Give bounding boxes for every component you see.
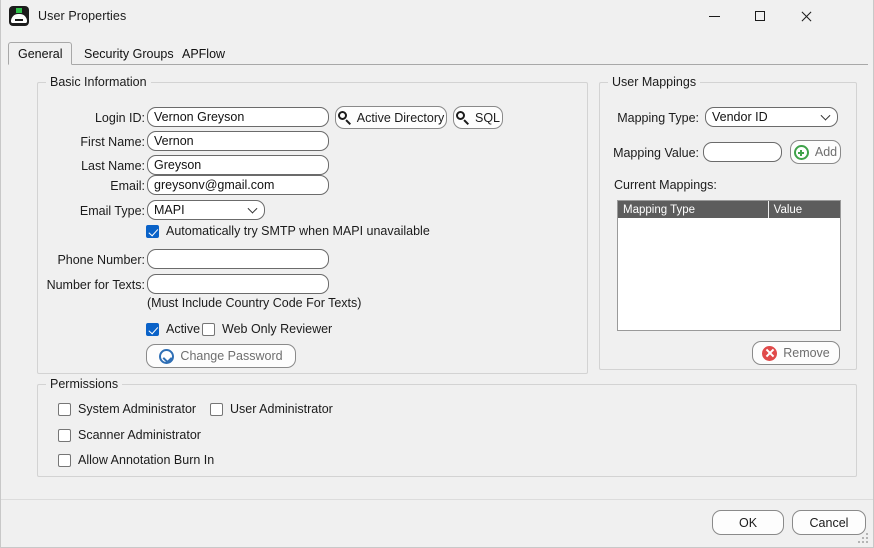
- checkbox-box: [58, 453, 71, 467]
- email-type-select[interactable]: MAPI: [147, 200, 265, 220]
- active-label: Active: [166, 322, 201, 336]
- active-checkbox[interactable]: Active: [146, 322, 200, 336]
- email-type-label: Email Type:: [79, 204, 145, 218]
- list-body: [618, 218, 840, 330]
- user-properties-dialog: User Properties General Security Groups …: [0, 0, 874, 548]
- cancel-button[interactable]: Cancel: [792, 510, 866, 535]
- email-type-value: MAPI: [154, 203, 185, 217]
- basic-information-legend: Basic Information: [46, 75, 151, 89]
- current-mappings-list[interactable]: Mapping Type Value: [617, 200, 841, 331]
- email-label: Email:: [110, 179, 145, 193]
- minimize-icon[interactable]: [691, 0, 737, 32]
- last-name-input[interactable]: Greyson: [147, 155, 329, 175]
- ok-button[interactable]: OK: [712, 510, 784, 535]
- remove-circle-icon: [762, 345, 778, 361]
- number-for-texts-label: Number for Texts:: [46, 278, 145, 292]
- active-directory-label: Active Directory: [356, 110, 445, 125]
- search-icon: [337, 111, 351, 126]
- permission-system-administrator[interactable]: System Administrator: [58, 402, 196, 416]
- chevron-down-icon: [247, 203, 258, 214]
- login-id-label: Login ID:: [94, 111, 145, 125]
- change-password-label: Change Password: [180, 349, 283, 363]
- checkbox-box: [58, 428, 71, 442]
- login-id-input[interactable]: Vernon Greyson: [147, 107, 329, 127]
- tab-general[interactable]: General: [8, 42, 73, 65]
- tab-apflow[interactable]: APFlow: [172, 42, 235, 65]
- resize-grip[interactable]: [858, 533, 869, 544]
- change-password-button[interactable]: Change Password: [146, 344, 296, 368]
- list-header: Mapping Type Value: [618, 201, 840, 218]
- add-mapping-button[interactable]: Add: [790, 140, 841, 164]
- checkbox-box: [58, 402, 71, 416]
- add-label: Add: [814, 145, 838, 159]
- mapping-type-label: Mapping Type:: [617, 111, 699, 125]
- email-input[interactable]: greysonv@gmail.com: [147, 175, 329, 195]
- permission-scanner-administrator[interactable]: Scanner Administrator: [58, 428, 201, 442]
- tab-security-groups[interactable]: Security Groups: [74, 42, 184, 65]
- permission-label: Allow Annotation Burn In: [78, 453, 215, 467]
- search-icon: [455, 111, 470, 126]
- remove-mapping-button[interactable]: Remove: [752, 341, 840, 365]
- active-directory-button[interactable]: Active Directory: [335, 106, 447, 129]
- chevron-down-icon: [820, 110, 831, 121]
- plus-circle-icon: [793, 144, 809, 160]
- current-mappings-label: Current Mappings:: [614, 178, 717, 192]
- phone-number-label: Phone Number:: [57, 253, 145, 267]
- sql-label: SQL: [474, 110, 500, 125]
- scanner-app-icon: [9, 5, 29, 26]
- mapping-value-label: Mapping Value:: [613, 146, 699, 160]
- number-for-texts-input[interactable]: [147, 274, 329, 294]
- user-mappings-legend: User Mappings: [608, 75, 701, 89]
- window-title: User Properties: [38, 8, 127, 23]
- last-name-label: Last Name:: [81, 159, 145, 173]
- checkbox-box: [210, 402, 223, 416]
- permission-label: User Administrator: [230, 402, 333, 416]
- sql-button[interactable]: SQL: [453, 106, 503, 129]
- checkbox-box: [146, 322, 159, 336]
- permission-label: Scanner Administrator: [78, 428, 201, 442]
- checkbox-box: [146, 224, 159, 238]
- permission-user-administrator[interactable]: User Administrator: [210, 402, 333, 416]
- title-bar: User Properties: [1, 0, 873, 32]
- phone-number-input[interactable]: [147, 249, 329, 269]
- remove-label: Remove: [783, 346, 830, 360]
- column-header-value[interactable]: Value: [769, 201, 840, 218]
- checkbox-box: [202, 322, 215, 336]
- refresh-icon: [159, 348, 175, 364]
- auto-smtp-label: Automatically try SMTP when MAPI unavail…: [166, 224, 430, 238]
- first-name-input[interactable]: Vernon: [147, 131, 329, 151]
- ok-label: OK: [738, 515, 758, 530]
- mapping-type-select[interactable]: Vendor ID: [705, 107, 838, 127]
- first-name-label: First Name:: [80, 135, 145, 149]
- maximize-icon[interactable]: [737, 0, 783, 32]
- auto-smtp-checkbox[interactable]: Automatically try SMTP when MAPI unavail…: [146, 224, 430, 238]
- permission-allow-annotation-burn-in[interactable]: Allow Annotation Burn In: [58, 453, 214, 467]
- web-only-reviewer-label: Web Only Reviewer: [222, 322, 333, 336]
- permission-label: System Administrator: [78, 402, 197, 416]
- close-icon[interactable]: [783, 0, 829, 32]
- column-header-mapping-type[interactable]: Mapping Type: [618, 201, 769, 218]
- mapping-type-value: Vendor ID: [712, 110, 768, 124]
- tab-bar: General Security Groups APFlow: [8, 42, 868, 65]
- mapping-value-input[interactable]: [703, 142, 782, 162]
- permissions-legend: Permissions: [46, 377, 123, 391]
- cancel-label: Cancel: [809, 515, 849, 530]
- web-only-reviewer-checkbox[interactable]: Web Only Reviewer: [202, 322, 332, 336]
- country-code-hint: (Must Include Country Code For Texts): [147, 296, 362, 310]
